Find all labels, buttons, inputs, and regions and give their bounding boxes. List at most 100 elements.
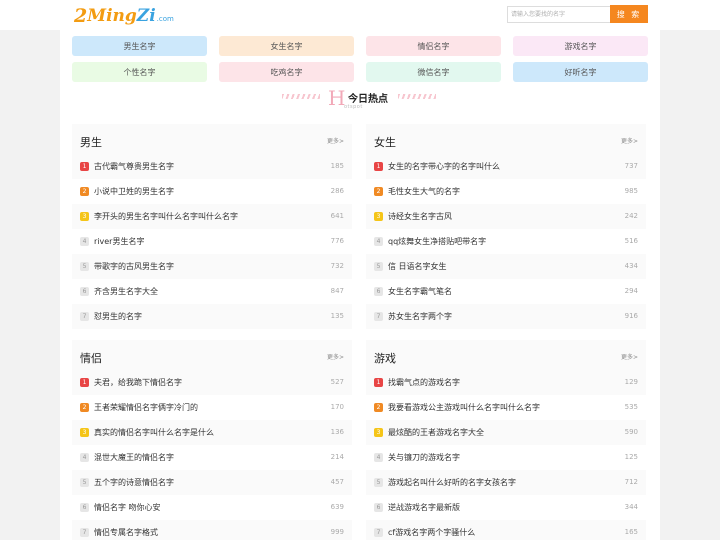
category-button[interactable]: 好听名字 [513, 62, 648, 82]
category-button[interactable]: 女生名字 [219, 36, 354, 56]
item-view-count: 185 [330, 162, 344, 170]
hot-section-title: H 今日热点 otspot [280, 86, 440, 112]
item-title[interactable]: 诗经女生名字古风 [388, 211, 452, 222]
item-view-count: 916 [624, 312, 638, 320]
logo-number: 2 [74, 5, 88, 27]
item-title[interactable]: 怼男生的名字 [94, 311, 142, 322]
item-title[interactable]: 李开头的男生名字叫什么名字叫什么名字 [94, 211, 238, 222]
list-item[interactable]: 1 女生的名字带心字的名字叫什么 737 [366, 154, 646, 179]
rank-badge: 1 [374, 378, 383, 387]
item-title[interactable]: 关与镰刀的游戏名字 [388, 452, 460, 463]
more-link[interactable]: 更多> [621, 136, 638, 145]
item-title[interactable]: 最炫酷的王者游戏名字大全 [388, 427, 484, 438]
hot-label: 今日热点 [348, 94, 388, 105]
item-title[interactable]: 五个字的诗意情侣名字 [94, 477, 174, 488]
list-item[interactable]: 7 情侣专属名字格式 999 [72, 520, 352, 540]
item-title[interactable]: 女生名字霸气笔名 [388, 286, 452, 297]
list-item[interactable]: 4 混世大魔王的情侣名字 214 [72, 445, 352, 470]
list-item[interactable]: 6 齐含男生名字大全 847 [72, 279, 352, 304]
item-title[interactable]: 逆战游戏名字最新版 [388, 502, 460, 513]
item-title[interactable]: 毛性女生大气的名字 [388, 186, 460, 197]
rank-badge: 1 [374, 162, 383, 171]
item-title[interactable]: qq炫舞女生净搭贴吧带名字 [388, 236, 486, 247]
title-decoration-right [398, 94, 436, 99]
item-title[interactable]: 小说中卫姓的男生名字 [94, 186, 174, 197]
category-button[interactable]: 游戏名字 [513, 36, 648, 56]
category-button[interactable]: 男生名字 [72, 36, 207, 56]
list-item[interactable]: 5 五个字的诗意情侣名字 457 [72, 470, 352, 495]
item-title[interactable]: 混世大魔王的情侣名字 [94, 452, 174, 463]
item-title[interactable]: 情侣名字 吻你心安 [94, 502, 161, 513]
list-item[interactable]: 2 毛性女生大气的名字 985 [366, 179, 646, 204]
item-view-count: 590 [624, 428, 638, 436]
item-title[interactable]: 找霸气点的游戏名字 [388, 377, 460, 388]
list-item[interactable]: 5 带歌字的古风男生名字 732 [72, 254, 352, 279]
item-title[interactable]: 王者荣耀情侣名字俩字冷门的 [94, 402, 198, 413]
list-item[interactable]: 7 怼男生的名字 135 [72, 304, 352, 329]
rank-badge: 6 [80, 503, 89, 512]
more-link[interactable]: 更多> [621, 352, 638, 361]
list-item[interactable]: 2 小说中卫姓的男生名字 286 [72, 179, 352, 204]
rank-badge: 2 [80, 403, 89, 412]
rank-badge: 4 [374, 453, 383, 462]
list-item[interactable]: 4 qq炫舞女生净搭贴吧带名字 516 [366, 229, 646, 254]
item-title[interactable]: 女生的名字带心字的名字叫什么 [388, 161, 500, 172]
item-view-count: 165 [624, 528, 638, 536]
item-title[interactable]: 游戏起名叫什么好听的名字女孩名字 [388, 477, 516, 488]
list-item[interactable]: 2 我要看游戏公主游戏叫什么名字叫什么名字 535 [366, 395, 646, 420]
item-title[interactable]: 真实的情侣名字叫什么名字是什么 [94, 427, 214, 438]
item-title[interactable]: 情侣专属名字格式 [94, 527, 158, 538]
search-button[interactable]: 搜 索 [610, 5, 648, 23]
list-item[interactable]: 5 信 日语名字女生 434 [366, 254, 646, 279]
list-item[interactable]: 6 女生名字霸气笔名 294 [366, 279, 646, 304]
category-button[interactable]: 微信名字 [366, 62, 501, 82]
search-input[interactable] [507, 6, 611, 23]
item-title[interactable]: 古代霸气尊贵男生名字 [94, 161, 174, 172]
hot-panel: 情侣 更多> 1 夫君，给我跪下情侣名字 527 2 王者荣耀情侣名字俩字冷门的 170 3 真实… [72, 340, 352, 540]
rank-badge: 5 [374, 262, 383, 271]
list-item[interactable]: 5 游戏起名叫什么好听的名字女孩名字 712 [366, 470, 646, 495]
item-title[interactable]: 带歌字的古风男生名字 [94, 261, 174, 272]
category-button[interactable]: 个性名字 [72, 62, 207, 82]
more-link[interactable]: 更多> [327, 352, 344, 361]
logo-m: M [87, 6, 107, 26]
list-item[interactable]: 7 苏女生名字两个字 916 [366, 304, 646, 329]
category-button[interactable]: 情侣名字 [366, 36, 501, 56]
item-view-count: 516 [624, 237, 638, 245]
more-link[interactable]: 更多> [327, 136, 344, 145]
rank-badge: 6 [80, 287, 89, 296]
list-item[interactable]: 6 逆战游戏名字最新版 344 [366, 495, 646, 520]
list-item[interactable]: 2 王者荣耀情侣名字俩字冷门的 170 [72, 395, 352, 420]
list-item[interactable]: 3 真实的情侣名字叫什么名字是什么 136 [72, 420, 352, 445]
item-view-count: 641 [330, 212, 344, 220]
item-title[interactable]: 苏女生名字两个字 [388, 311, 452, 322]
list-item[interactable]: 3 李开头的男生名字叫什么名字叫什么名字 641 [72, 204, 352, 229]
item-view-count: 457 [330, 478, 344, 486]
list-item[interactable]: 3 诗经女生名字古风 242 [366, 204, 646, 229]
rank-badge: 3 [374, 212, 383, 221]
list-item[interactable]: 1 夫君，给我跪下情侣名字 527 [72, 370, 352, 395]
panel-title: 游戏 [374, 352, 396, 365]
item-title[interactable]: 夫君，给我跪下情侣名字 [94, 377, 182, 388]
list-item[interactable]: 4 关与镰刀的游戏名字 125 [366, 445, 646, 470]
rank-badge: 1 [80, 378, 89, 387]
list-item[interactable]: 1 古代霸气尊贵男生名字 185 [72, 154, 352, 179]
item-view-count: 527 [330, 378, 344, 386]
category-button[interactable]: 吃鸡名字 [219, 62, 354, 82]
list-item[interactable]: 1 找霸气点的游戏名字 129 [366, 370, 646, 395]
list-item[interactable]: 7 cf游戏名字两个字骚什么 165 [366, 520, 646, 540]
list-item[interactable]: 3 最炫酷的王者游戏名字大全 590 [366, 420, 646, 445]
item-title[interactable]: 我要看游戏公主游戏叫什么名字叫什么名字 [388, 402, 540, 413]
item-title[interactable]: 齐含男生名字大全 [94, 286, 158, 297]
rank-badge: 3 [374, 428, 383, 437]
item-view-count: 294 [624, 287, 638, 295]
list-item[interactable]: 4 river男生名字 776 [72, 229, 352, 254]
item-view-count: 847 [330, 287, 344, 295]
item-view-count: 999 [330, 528, 344, 536]
item-title[interactable]: river男生名字 [94, 236, 144, 247]
item-title[interactable]: 信 日语名字女生 [388, 261, 447, 272]
site-logo[interactable]: 2 MingZi .com [74, 4, 174, 26]
item-title[interactable]: cf游戏名字两个字骚什么 [388, 527, 475, 538]
list-item[interactable]: 6 情侣名字 吻你心安 639 [72, 495, 352, 520]
rank-badge: 5 [374, 478, 383, 487]
